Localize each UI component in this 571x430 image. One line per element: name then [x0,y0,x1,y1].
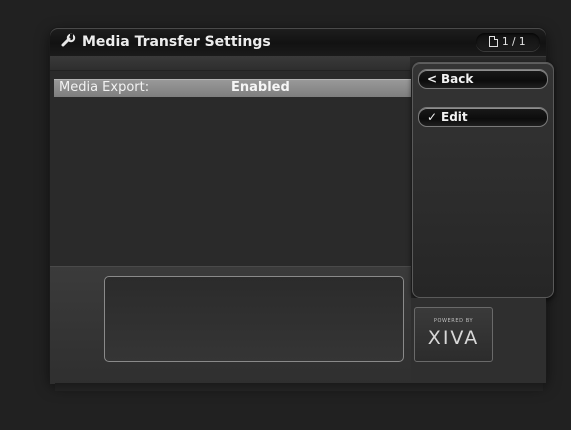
edit-button[interactable]: ✓ Edit [418,107,548,127]
page-indicator: 1 / 1 [476,33,540,51]
back-button-label: Back [441,72,474,86]
logo-brand: XIVA [427,327,480,349]
back-arrow-icon: < [427,72,438,86]
page-count: 1 / 1 [502,36,526,48]
setting-row-media-export[interactable]: Media Export: Enabled [54,79,411,97]
wrench-icon [59,32,79,52]
xiva-logo: POWERED BY XIVA [414,307,493,362]
window-title: Media Transfer Settings [82,34,271,50]
header-strip [50,56,410,71]
setting-value: Enabled [231,80,290,95]
settings-list [50,71,411,266]
logo-powered-by: POWERED BY [433,318,474,324]
description-box [104,276,404,362]
page-icon [489,36,498,47]
back-button[interactable]: < Back [418,69,548,89]
edit-button-label: Edit [441,110,468,124]
title-bar: Media Transfer Settings 1 / 1 [50,28,546,57]
options-menu: < Back ✓ Edit [412,62,554,298]
bottom-shadow [55,383,543,391]
checkmark-icon: ✓ [427,110,438,124]
setting-label: Media Export: [59,80,150,95]
screen: Media Transfer Settings 1 / 1 Media Expo… [0,0,571,430]
